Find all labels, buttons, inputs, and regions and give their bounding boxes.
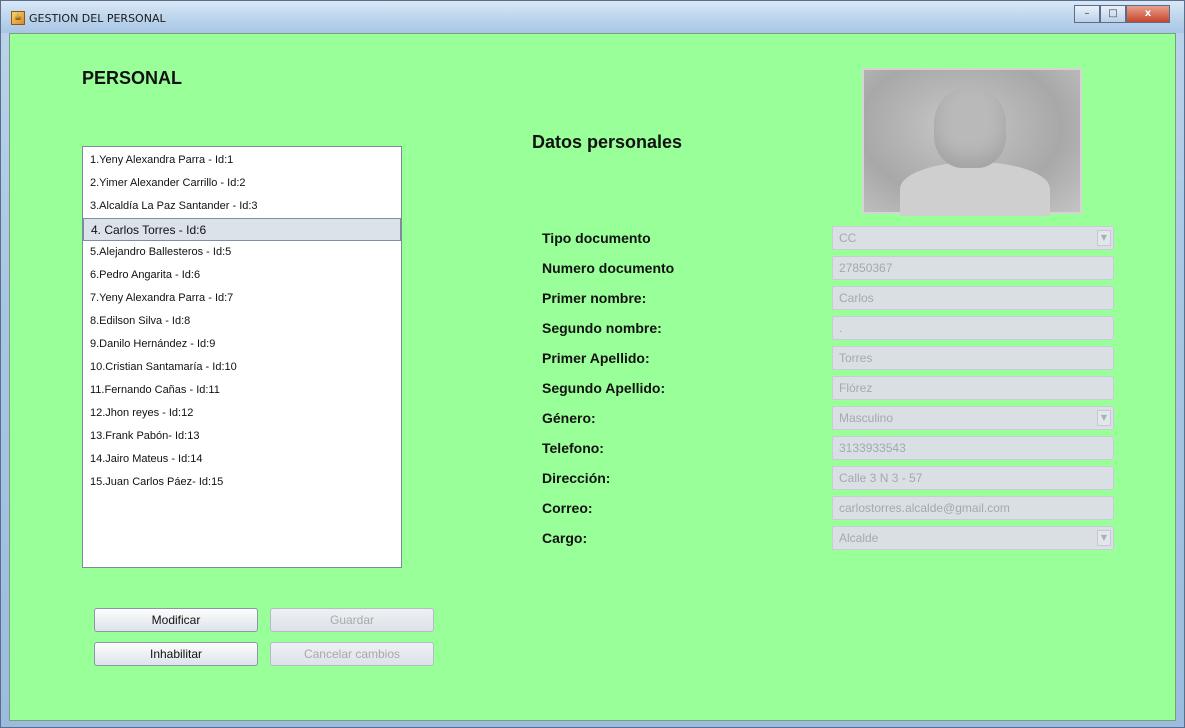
list-item[interactable]: 5.Alejandro Ballesteros - Id:5: [83, 241, 401, 264]
correo-field[interactable]: carlostorres.alcalde@gmail.com: [832, 496, 1114, 520]
genero-select[interactable]: Masculino ▼: [832, 406, 1114, 430]
list-item[interactable]: 8.Edilson Silva - Id:8: [83, 310, 401, 333]
list-item-selected[interactable]: 4. Carlos Torres - Id:6: [83, 218, 401, 241]
primer-apellido-label: Primer Apellido:: [542, 350, 650, 366]
tipo-documento-value: CC: [839, 231, 857, 245]
list-item[interactable]: 9.Danilo Hernández - Id:9: [83, 333, 401, 356]
segundo-apellido-label: Segundo Apellido:: [542, 380, 666, 396]
cancelar-cambios-button[interactable]: Cancelar cambios: [270, 642, 434, 666]
maximize-button[interactable]: □: [1100, 5, 1126, 23]
segundo-nombre-label: Segundo nombre:: [542, 320, 662, 336]
primer-nombre-label: Primer nombre:: [542, 290, 647, 306]
telefono-field[interactable]: 3133933543: [832, 436, 1114, 460]
cargo-value: Alcalde: [839, 531, 879, 545]
list-item[interactable]: 3.Alcaldía La Paz Santander - Id:3: [83, 195, 401, 218]
inhabilitar-button[interactable]: Inhabilitar: [94, 642, 258, 666]
correo-label: Correo:: [542, 500, 593, 516]
guardar-button[interactable]: Guardar: [270, 608, 434, 632]
modificar-button[interactable]: Modificar: [94, 608, 258, 632]
primer-apellido-field[interactable]: Torres: [832, 346, 1114, 370]
list-item[interactable]: 10.Cristian Santamaría - Id:10: [83, 356, 401, 379]
window-controls: – □ x: [1074, 5, 1170, 23]
cargo-label: Cargo:: [542, 530, 588, 546]
title-bar[interactable]: ☕ GESTION DEL PERSONAL – □ x: [1, 1, 1184, 33]
chevron-down-icon[interactable]: ▼: [1097, 530, 1111, 546]
list-item[interactable]: 2.Yimer Alexander Carrillo - Id:2: [83, 172, 401, 195]
profile-photo: [862, 68, 1082, 216]
personal-list[interactable]: 1.Yeny Alexandra Parra - Id:1 2.Yimer Al…: [82, 146, 402, 568]
telefono-label: Telefono:: [542, 440, 604, 456]
numero-documento-label: Numero documento: [542, 260, 675, 276]
page-title: PERSONAL: [82, 68, 183, 88]
genero-value: Masculino: [839, 411, 894, 425]
close-button[interactable]: x: [1126, 5, 1170, 23]
list-item[interactable]: 1.Yeny Alexandra Parra - Id:1: [83, 149, 401, 172]
segundo-apellido-field[interactable]: Flórez: [832, 376, 1114, 400]
primer-nombre-field[interactable]: Carlos: [832, 286, 1114, 310]
list-item[interactable]: 11.Fernando Cañas - Id:11: [83, 379, 401, 402]
java-app-icon: ☕: [11, 11, 25, 25]
chevron-down-icon[interactable]: ▼: [1097, 410, 1111, 426]
list-item[interactable]: 13.Frank Pabón- Id:13: [83, 425, 401, 448]
tipo-documento-select[interactable]: CC ▼: [832, 226, 1114, 250]
photo-shoulders: [900, 162, 1050, 216]
segundo-nombre-field[interactable]: .: [832, 316, 1114, 340]
main-panel: PERSONAL 1.Yeny Alexandra Parra - Id:1 2…: [9, 33, 1176, 721]
list-item[interactable]: 15.Juan Carlos Páez- Id:15: [83, 471, 401, 494]
list-item[interactable]: 14.Jairo Mateus - Id:14: [83, 448, 401, 471]
direccion-label: Dirección:: [542, 470, 611, 486]
list-item[interactable]: 7.Yeny Alexandra Parra - Id:7: [83, 287, 401, 310]
window-title: GESTION DEL PERSONAL: [29, 12, 166, 25]
direccion-field[interactable]: Calle 3 N 3 - 57: [832, 466, 1114, 490]
tipo-documento-label: Tipo documento: [542, 230, 651, 246]
numero-documento-field[interactable]: 27850367: [832, 256, 1114, 280]
photo-face: [934, 88, 1006, 168]
cargo-select[interactable]: Alcalde ▼: [832, 526, 1114, 550]
section-title: Datos personales: [532, 132, 683, 152]
minimize-button[interactable]: –: [1074, 5, 1100, 23]
app-window: ☕ GESTION DEL PERSONAL – □ x PERSONAL 1.…: [0, 0, 1185, 728]
genero-label: Género:: [542, 410, 596, 426]
list-item[interactable]: 12.Jhon reyes - Id:12: [83, 402, 401, 425]
list-item[interactable]: 6.Pedro Angarita - Id:6: [83, 264, 401, 287]
chevron-down-icon[interactable]: ▼: [1097, 230, 1111, 246]
